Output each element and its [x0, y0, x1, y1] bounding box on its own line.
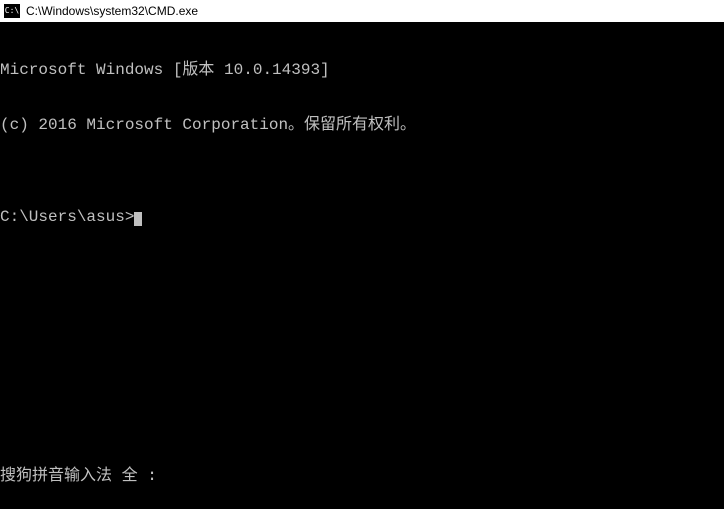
- terminal-line-version: Microsoft Windows [版本 10.0.14393]: [0, 61, 724, 79]
- cursor: [134, 212, 142, 226]
- cmd-icon: C:\: [4, 4, 20, 18]
- terminal-area[interactable]: Microsoft Windows [版本 10.0.14393] (c) 20…: [0, 22, 724, 486]
- terminal-prompt-line: C:\Users\asus>: [0, 208, 724, 226]
- terminal-prompt: C:\Users\asus>: [0, 208, 134, 226]
- window-title: C:\Windows\system32\CMD.exe: [26, 4, 198, 18]
- cmd-icon-label: C:\: [5, 7, 19, 15]
- title-bar[interactable]: C:\ C:\Windows\system32\CMD.exe: [0, 0, 724, 22]
- ime-status-text: 搜狗拼音输入法 全 :: [0, 466, 157, 484]
- terminal-line-copyright: (c) 2016 Microsoft Corporation。保留所有权利。: [0, 116, 724, 134]
- ime-status-bar: 搜狗拼音输入法 全 :: [0, 463, 724, 486]
